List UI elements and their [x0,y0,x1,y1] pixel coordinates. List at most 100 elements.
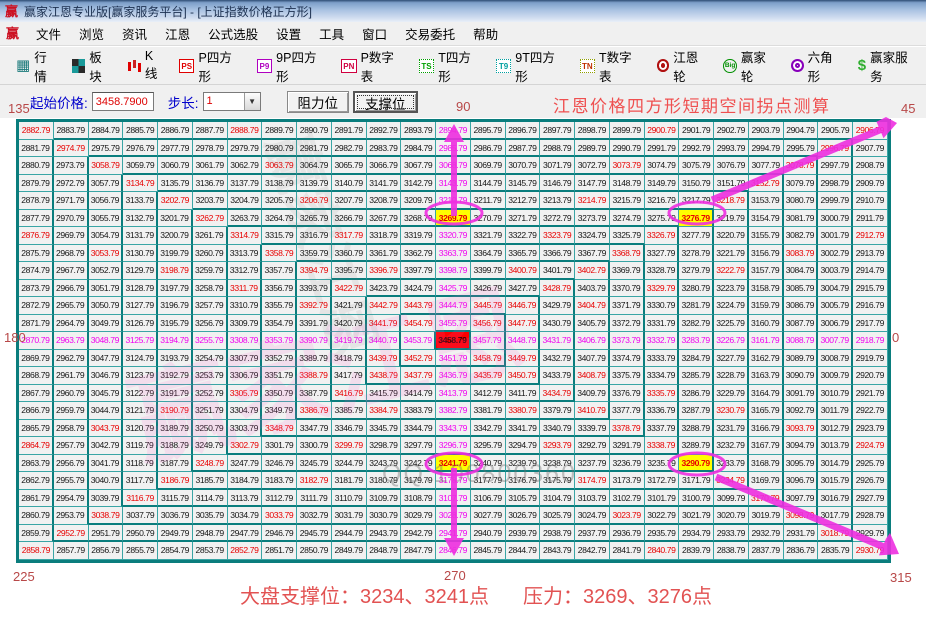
toolbar-item-gann-wheel[interactable]: 江恩轮 [651,44,716,88]
gann-grid: 2882.79 2883.79 2884.79 2885.79 2886.79 2887.… [19,122,888,560]
grid-cell: 2910.79 [853,192,888,210]
toolbar-item-quote-grid[interactable]: ▦ 行情 [10,44,64,88]
dollar-icon: $ [857,57,867,74]
menu-item-3[interactable]: 江恩 [156,21,199,46]
toolbar-item-service[interactable]: $ 赢家服务 [852,44,924,88]
step-select[interactable]: 1 ▼ [202,92,261,111]
grid-cell: 3379.79 [540,402,575,420]
chevron-down-icon[interactable]: ▼ [243,93,260,110]
grid-cell: 3218.79 [714,192,749,210]
menu-item-0[interactable]: 文件 [27,21,70,46]
grid-cell: 3046.79 [88,367,124,385]
grid-cell: 3152.79 [748,174,784,192]
menu-item-6[interactable]: 工具 [310,21,353,46]
menu-logo-icon: 赢 [6,26,20,41]
grid-cell: 3008.79 [818,349,853,367]
menu-item-1[interactable]: 浏览 [70,21,113,46]
grid-cell: 3133.79 [123,192,158,210]
grid-cell: 3410.79 [575,402,610,420]
toolbar-item-pn[interactable]: PN P数字表 [335,44,411,88]
grid-cell: 3380.79 [505,402,541,420]
grid-cell: 3438.79 [366,367,402,385]
highlight-cell: 3290.79 [679,454,714,472]
support-button[interactable]: 支撑位 [353,90,418,113]
grid-cell: 3363.79 [436,244,471,262]
menu-item-9[interactable]: 帮助 [464,21,507,46]
grid-cell: 3426.79 [470,279,506,297]
grid-cell: 3169.79 [748,472,784,490]
toolbar-item-p9[interactable]: P9 9P四方形 [251,44,333,88]
grid-cell: 3398.79 [436,262,471,280]
grid-cell: 3059.79 [123,157,158,175]
grid-cell: 3339.79 [575,419,610,437]
grid-cell: 2848.79 [366,542,402,560]
grid-cell: 3226.79 [714,332,749,350]
grid-cell: 3283.79 [679,332,714,350]
grid-cell: 3244.79 [331,454,367,472]
grid-cell: 3280.79 [679,279,714,297]
grid-cell: 3163.79 [748,367,784,385]
grid-cell: 3249.79 [192,437,228,455]
grid-cell: 2855.79 [123,542,158,560]
grid-cell: 3236.79 [609,454,645,472]
grid-cell: 3342.79 [470,419,506,437]
toolbar-item-hexagon[interactable]: 六角形 [785,44,850,88]
grid-cell: 3248.79 [192,454,228,472]
grid-cell: 3047.79 [88,349,124,367]
grid-cell: 2884.79 [88,122,124,140]
toolbar-item-winner-wheel[interactable]: Big 赢家轮 [717,44,783,88]
grid-cell: 2919.79 [853,349,888,367]
grid-cell: 3374.79 [609,349,645,367]
menu-item-2[interactable]: 资讯 [113,21,156,46]
grid-cell: 3403.79 [575,279,610,297]
grid-cell: 3322.79 [505,227,541,245]
grid-cell: 2879.79 [19,174,54,192]
page-title: 江恩价格四方形短期空间拐点测算 [553,97,831,116]
grid-cell: 3450.79 [505,367,541,385]
toolbar-item-tn[interactable]: TN T数字表 [574,44,649,88]
title-bar: 赢 赢家江恩专业版[赢家服务平台] - [上证指数价格正方形] [0,0,926,22]
menu-item-4[interactable]: 公式选股 [199,21,267,46]
grid-cell: 3257.79 [192,297,228,315]
grid-cell: 3311.79 [227,279,263,297]
menu-item-8[interactable]: 交易委托 [396,21,464,46]
grid-cell: 3245.79 [297,454,332,472]
grid-cell: 2861.79 [19,489,54,507]
grid-cell: 3220.79 [714,227,749,245]
menu-item-5[interactable]: 设置 [267,21,310,46]
grid-cell: 2877.79 [19,209,54,227]
grid-cell: 3234.79 [714,472,749,490]
grid-cell: 2925.79 [853,454,888,472]
grid-cell: 2860.79 [19,507,54,525]
resistance-button[interactable]: 阻力位 [286,90,350,113]
grid-cell: 3287.79 [679,402,714,420]
grid-cell: 3099.79 [714,489,749,507]
grid-cell: 3039.79 [88,489,124,507]
grid-cell: 2856.79 [88,542,124,560]
grid-cell: 3179.79 [401,472,436,490]
grid-cell: 3013.79 [818,437,853,455]
grid-cell: 3206.79 [297,192,332,210]
grid-cell: 3057.79 [88,174,124,192]
toolbar-item-ts[interactable]: TS T四方形 [413,44,488,88]
grid-cell: 3082.79 [783,227,819,245]
start-price-input[interactable] [91,92,154,111]
toolbar-item-kline[interactable]: K线 [121,46,171,85]
toolbar-item-blocks[interactable]: 板块 [66,44,120,88]
grid-cell: 3019.79 [748,507,784,525]
grid-cell: 3193.79 [158,349,193,367]
angle-label-45: 45 [901,101,916,116]
grid-cell: 2886.79 [158,122,193,140]
grid-cell: 3167.79 [748,437,784,455]
menu-item-7[interactable]: 窗口 [353,21,396,46]
grid-cell: 3022.79 [644,507,680,525]
grid-cell: 3036.79 [158,507,193,525]
toolbar-item-ps[interactable]: PS P四方形 [173,44,249,88]
grid-cell: 3064.79 [297,157,332,175]
grid-cell: 3208.79 [366,192,402,210]
toolbar-item-t9[interactable]: T9 9T四方形 [490,44,572,88]
grid-cell: 3414.79 [401,384,436,402]
grid-cell: 2897.79 [540,122,575,140]
grid-cell: 3251.79 [192,402,228,420]
grid-cell: 3313.79 [227,244,263,262]
